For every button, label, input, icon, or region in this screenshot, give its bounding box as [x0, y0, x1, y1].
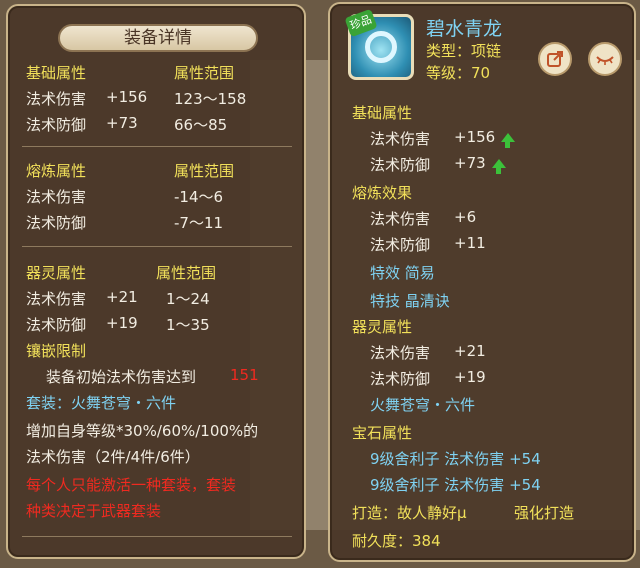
preview-button[interactable]: [588, 42, 622, 76]
set-label: 套装：火舞苍穹・六件: [26, 394, 177, 412]
item-level: 等级：70: [426, 64, 491, 82]
gem-attr-row: 9级舍利子 法术伤害 +54: [370, 450, 541, 468]
smelt-attr-header: 熔炼属性: [26, 162, 87, 180]
base-attr-range: 66～85: [174, 116, 228, 134]
spirit-attr-value: +19: [106, 314, 138, 332]
spirit-attr-value: +21: [454, 342, 486, 360]
spirit-attr-header: 器灵属性: [352, 318, 413, 336]
enhance-label: 强化打造: [514, 504, 575, 522]
smelt-attr-name: 法术伤害: [370, 210, 431, 228]
base-range-header: 属性范围: [174, 64, 235, 82]
spirit-attr-name: 法术防御: [26, 316, 87, 334]
smelt-attr-name: 法术防御: [370, 236, 431, 254]
base-attr-value: +156: [454, 128, 516, 148]
base-attr-name: 法术防御: [26, 116, 87, 134]
smelt-attr-name: 法术防御: [26, 214, 87, 232]
panel-title: 装备详情: [58, 24, 258, 52]
inlay-limit-header: 镶嵌限制: [26, 342, 87, 360]
item-type: 类型：项链: [426, 42, 502, 60]
spirit-attr-value: +19: [454, 368, 486, 386]
spirit-attr-name: 法术防御: [370, 370, 431, 388]
inlay-limit-text: 装备初始法术伤害达到: [46, 368, 197, 386]
spirit-attr-header: 器灵属性: [26, 264, 87, 282]
base-attr-value: +156: [106, 88, 148, 106]
divider: [22, 536, 292, 537]
item-name: 碧水青龙: [426, 18, 503, 40]
equipment-detail-panel: 装备详情 基础属性 属性范围 法术伤害 +156 123～158 法术防御 +7…: [6, 4, 306, 559]
set-warning: 每个人只能激活一种套装，套装: [26, 476, 237, 494]
necklace-icon: [365, 31, 397, 63]
divider: [22, 146, 292, 147]
eye-icon: [596, 56, 614, 65]
gem-attr-row: 9级舍利子 法术伤害 +54: [370, 476, 541, 494]
special-skill: 特技 晶清诀: [370, 292, 450, 310]
base-attr-header: 基础属性: [26, 64, 87, 82]
set-desc: 法术伤害（2件/4件/6件）: [26, 448, 200, 466]
smelt-attr-range: -7～11: [174, 214, 224, 232]
base-attr-value: +73: [106, 114, 138, 132]
base-attr-range: 123～158: [174, 90, 247, 108]
smelt-range-header: 属性范围: [174, 162, 235, 180]
gem-attr-header: 宝石属性: [352, 424, 413, 442]
spirit-attr-range: 1～24: [166, 290, 210, 308]
base-attr-header: 基础属性: [352, 104, 413, 122]
spirit-set-name: 火舞苍穹・六件: [370, 396, 476, 414]
smelt-attr-value: +11: [454, 234, 486, 252]
spirit-attr-name: 法术伤害: [26, 290, 87, 308]
special-effect: 特效 简易: [370, 264, 435, 282]
smelt-attr-range: -14～6: [174, 188, 224, 206]
share-icon: [547, 51, 563, 67]
smelt-attr-name: 法术伤害: [26, 188, 87, 206]
item-icon: 珍品: [344, 8, 414, 80]
share-button[interactable]: [538, 42, 572, 76]
divider: [22, 246, 292, 247]
spirit-attr-value: +21: [106, 288, 138, 306]
base-attr-name: 法术防御: [370, 156, 431, 174]
inlay-limit-value: 151: [230, 366, 259, 384]
set-warning: 种类决定于武器套装: [26, 502, 162, 520]
spirit-attr-name: 法术伤害: [370, 344, 431, 362]
base-attr-name: 法术伤害: [26, 90, 87, 108]
smelt-effect-header: 熔炼效果: [352, 184, 413, 202]
item-tooltip-panel: 珍品 碧水青龙 类型：项链 等级：70 基础属性 法术伤害 +156 法术防御 …: [328, 2, 636, 562]
base-attr-value: +73: [454, 154, 506, 174]
durability-label: 耐久度：384: [352, 532, 441, 550]
set-desc: 增加自身等级*30%/60%/100%的: [26, 422, 259, 440]
base-attr-name: 法术伤害: [370, 130, 431, 148]
spirit-attr-range: 1～35: [166, 316, 210, 334]
smelt-attr-value: +6: [454, 208, 477, 226]
forge-label: 打造：故人静好µ: [352, 504, 467, 522]
spirit-range-header: 属性范围: [156, 264, 217, 282]
